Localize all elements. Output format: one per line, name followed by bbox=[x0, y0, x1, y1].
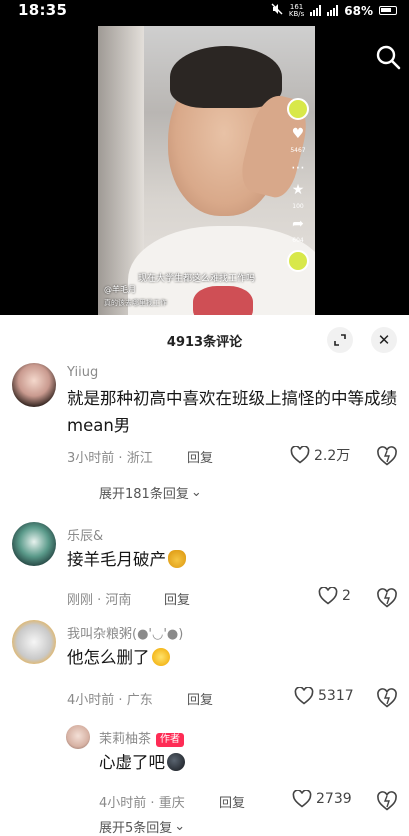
expand-panel-button[interactable] bbox=[327, 327, 353, 353]
shy-emoji-icon bbox=[167, 753, 185, 771]
video-like-count: 5467 bbox=[290, 147, 306, 154]
comment-location: 河南 bbox=[105, 593, 132, 608]
comment-text: 他怎么删了 bbox=[67, 644, 367, 671]
comment-time: 3小时前 bbox=[67, 451, 115, 466]
video-person-hair bbox=[170, 46, 282, 108]
like-button[interactable]: 2.2万 bbox=[290, 445, 350, 465]
battery-level: 68% bbox=[344, 3, 373, 18]
heart-outline-icon bbox=[292, 790, 312, 808]
like-count: 5317 bbox=[318, 688, 354, 704]
comment-text-value: 接羊毛月破产 bbox=[67, 550, 166, 569]
creator-avatar[interactable] bbox=[287, 98, 309, 120]
comment-location: 浙江 bbox=[126, 451, 153, 466]
expand-icon bbox=[334, 334, 346, 346]
comment-meta: 刚刚 · 河南 bbox=[67, 593, 132, 608]
avatar[interactable] bbox=[66, 725, 90, 749]
video-subtext: 真的该去哪里找工作 bbox=[104, 299, 167, 307]
more-dots-icon[interactable]: ⋯ bbox=[291, 160, 305, 176]
heart-icon[interactable]: ♥ bbox=[292, 126, 305, 142]
network-speed: 161 KB/s bbox=[288, 3, 305, 18]
comment-text: 就是那种初高中喜欢在班级上搞怪的中等成绩mean男 bbox=[67, 389, 397, 435]
video-author[interactable]: @羊毛月 bbox=[104, 284, 136, 295]
video-shirt-print bbox=[193, 286, 253, 315]
reply-text-value: 心虚了吧 bbox=[99, 753, 165, 772]
reply-button[interactable]: 回复 bbox=[187, 689, 213, 708]
avatar[interactable] bbox=[12, 620, 56, 664]
dislike-icon[interactable] bbox=[376, 587, 398, 609]
comment-meta: 3小时前 · 浙江 bbox=[67, 451, 153, 466]
comment-item: 乐辰& 接羊毛月破产 刚刚 · 河南 回复 2 bbox=[0, 522, 409, 622]
video-share-count: 604 bbox=[292, 237, 304, 244]
like-count: 2739 bbox=[316, 791, 352, 807]
expand-replies-label: 展开5条回复 bbox=[99, 821, 173, 836]
share-icon[interactable]: ➦ bbox=[292, 216, 304, 232]
expand-replies-button[interactable]: 展开5条回复 ⌄ bbox=[99, 817, 185, 836]
reply-item: 茉莉柚茶 作者 心虚了吧 4小时前 · 重庆 回复 2739 bbox=[0, 725, 409, 811]
comment-text-value: 他怎么删了 bbox=[67, 648, 150, 667]
like-button[interactable]: 2 bbox=[318, 587, 351, 605]
comment-time: 刚刚 bbox=[67, 593, 94, 608]
comment-username[interactable]: Yiiug bbox=[67, 365, 98, 380]
status-bar: 18:35 161 KB/s 68% bbox=[0, 0, 409, 22]
comment-time: 4小时前 bbox=[67, 693, 115, 708]
comment-location: 广东 bbox=[126, 693, 153, 708]
reply-text: 心虚了吧 bbox=[99, 749, 359, 776]
dislike-icon[interactable] bbox=[376, 790, 398, 812]
reply-username[interactable]: 茉莉柚茶 bbox=[99, 732, 151, 747]
comments-panel: 4913条评论 ✕ Yiiug 就是那种初高中喜欢在班级上搞怪的中等成绩mean… bbox=[0, 315, 409, 836]
reply-meta: 4小时前 · 重庆 bbox=[99, 796, 185, 811]
like-count: 2.2万 bbox=[314, 448, 351, 464]
grin-emoji-icon bbox=[151, 648, 170, 666]
reply-button[interactable]: 回复 bbox=[219, 792, 245, 811]
like-count: 2 bbox=[342, 588, 351, 604]
expand-replies-label: 展开181条回复 bbox=[99, 487, 189, 502]
like-button[interactable]: 5317 bbox=[294, 687, 354, 705]
chevron-down-icon: ⌄ bbox=[174, 819, 186, 834]
close-icon: ✕ bbox=[377, 331, 391, 349]
comments-header: 4913条评论 ✕ bbox=[0, 315, 409, 365]
expand-replies-button[interactable]: 展开181条回复 ⌄ bbox=[99, 483, 202, 502]
dislike-icon[interactable] bbox=[376, 687, 398, 709]
status-icons: 161 KB/s 68% bbox=[271, 3, 397, 18]
like-button[interactable]: 2739 bbox=[292, 790, 352, 808]
video-player[interactable]: 现在大学生都这么难找工作吗 @羊毛月 真的该去哪里找工作 ♥ 5467 ⋯ ★ … bbox=[0, 22, 409, 315]
mute-icon bbox=[271, 3, 283, 18]
video-action-bar: ♥ 5467 ⋯ ★ 100 ➦ 604 bbox=[286, 98, 310, 272]
signal-icon-2 bbox=[327, 5, 339, 16]
heart-outline-icon bbox=[290, 446, 310, 464]
network-speed-unit: KB/s bbox=[288, 9, 305, 18]
avatar[interactable] bbox=[12, 522, 56, 566]
dislike-icon[interactable] bbox=[376, 445, 398, 467]
music-disc-icon[interactable] bbox=[287, 250, 309, 272]
reply-button[interactable]: 回复 bbox=[187, 447, 213, 466]
comment-meta: 4小时前 · 广东 bbox=[67, 693, 153, 708]
signal-icon bbox=[310, 5, 322, 16]
money-bag-emoji-icon bbox=[168, 550, 186, 568]
chevron-down-icon: ⌄ bbox=[190, 485, 202, 500]
search-icon[interactable] bbox=[375, 44, 401, 70]
battery-icon bbox=[379, 6, 397, 15]
video-frame[interactable]: 现在大学生都这么难找工作吗 @羊毛月 真的该去哪里找工作 ♥ 5467 ⋯ ★ … bbox=[98, 26, 315, 315]
author-badge: 作者 bbox=[156, 733, 185, 747]
heart-outline-icon bbox=[318, 587, 338, 605]
video-star-count: 100 bbox=[292, 203, 304, 210]
comment-item: Yiiug 就是那种初高中喜欢在班级上搞怪的中等成绩mean男 3小时前 · 浙… bbox=[0, 359, 409, 509]
reply-location: 重庆 bbox=[158, 796, 185, 811]
comment-username[interactable]: 我叫杂粮粥(●'◡'●) bbox=[67, 623, 183, 642]
reply-button[interactable]: 回复 bbox=[164, 589, 190, 608]
reply-time: 4小时前 bbox=[99, 796, 147, 811]
close-button[interactable]: ✕ bbox=[371, 327, 397, 353]
heart-outline-icon bbox=[294, 687, 314, 705]
status-time: 18:35 bbox=[18, 1, 68, 19]
reply-username-row: 茉莉柚茶 作者 bbox=[99, 728, 185, 747]
comment-text: 接羊毛月破产 bbox=[67, 546, 367, 573]
comment-item: 我叫杂粮粥(●'◡'●) 他怎么删了 4小时前 · 广东 回复 5317 茉莉柚… bbox=[0, 620, 409, 836]
comment-username[interactable]: 乐辰& bbox=[67, 525, 103, 544]
avatar[interactable] bbox=[12, 363, 56, 407]
video-caption: 现在大学生都这么难找工作吗 bbox=[138, 274, 256, 284]
star-icon[interactable]: ★ bbox=[292, 182, 305, 198]
